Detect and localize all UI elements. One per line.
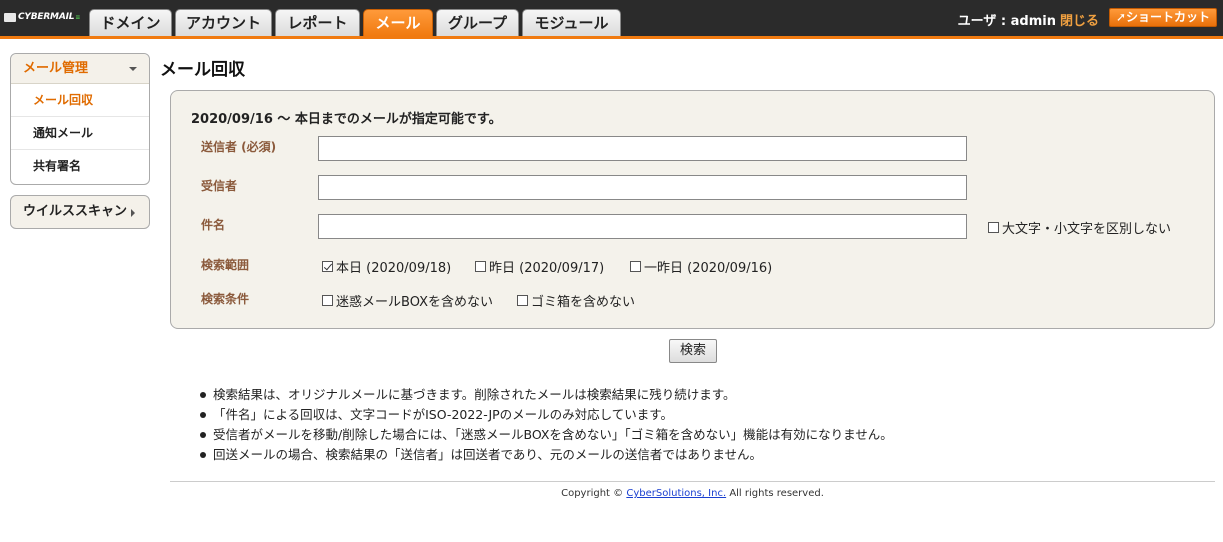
- user-info: ユーザ : admin 閉じる: [958, 10, 1099, 29]
- subject-label: 件名: [201, 218, 226, 232]
- checkbox-checked[interactable]: [322, 261, 333, 272]
- checkbox-box[interactable]: [517, 295, 528, 306]
- tab-mail[interactable]: メール: [363, 9, 433, 36]
- sender-label: 送信者 (必須): [201, 140, 277, 154]
- logo-mark-icon: ≡: [75, 13, 81, 21]
- sidebar-section-virus-scan[interactable]: ウイルススキャン: [10, 195, 150, 229]
- notes-list: 検索結果は、オリジナルメールに基づきます。削除されたメールは検索結果に残り続けま…: [200, 385, 893, 465]
- range-label: 検索範囲: [201, 258, 250, 272]
- subject-input[interactable]: [318, 214, 967, 239]
- list-item: 回送メールの場合、検索結果の「送信者」は回送者であり、元のメールの送信者ではあり…: [200, 445, 893, 465]
- copyright-prefix: Copyright ©: [561, 488, 624, 499]
- footer-divider: [170, 481, 1215, 482]
- sidebar-item-notify-mail[interactable]: 通知メール: [11, 117, 149, 150]
- chevron-down-icon: [129, 67, 137, 71]
- condition-label: 検索条件: [201, 292, 250, 306]
- tab-domain[interactable]: ドメイン: [89, 9, 172, 36]
- sidebar-virus-label: ウイルススキャン: [23, 204, 128, 219]
- exclude-trash-label: ゴミ箱を含めない: [531, 295, 636, 310]
- company-link[interactable]: CyberSolutions, Inc.: [626, 488, 726, 499]
- sender-input[interactable]: [318, 136, 967, 161]
- sidebar-section-title: メール管理: [23, 61, 89, 76]
- range-yesterday-checkbox[interactable]: 昨日 (2020/09/17): [475, 257, 604, 276]
- shortcut-arrow-icon: ➚: [1115, 10, 1127, 24]
- range-day-before-checkbox[interactable]: 一昨日 (2020/09/16): [630, 257, 772, 276]
- case-insensitive-checkbox[interactable]: 大文字・小文字を区別しない: [988, 218, 1171, 237]
- case-insensitive-label: 大文字・小文字を区別しない: [1002, 222, 1172, 237]
- tab-group[interactable]: グループ: [436, 9, 519, 36]
- range-yesterday-label: 昨日 (2020/09/17): [489, 261, 605, 276]
- sidebar-item-mail-recall[interactable]: メール回収: [11, 84, 149, 117]
- list-item: 「件名」による回収は、文字コードがISO-2022-JPのメールのみ対応していま…: [200, 405, 893, 425]
- checkbox-box[interactable]: [988, 222, 999, 233]
- list-item: 受信者がメールを移動/削除した場合には、「迷惑メールBOXを含めない」「ゴミ箱を…: [200, 425, 893, 445]
- top-header: CYBERMAIL ≡ ドメイン アカウント レポート メール グループ モジュー…: [0, 0, 1223, 39]
- user-label: ユーザ : admin: [957, 14, 1056, 29]
- search-form-panel: 2020/09/16 ～ 本日までのメールが指定可能です。 送信者 (必須) 受…: [170, 90, 1215, 329]
- tab-report[interactable]: レポート: [275, 9, 360, 36]
- sidebar-section-mail[interactable]: メール管理: [11, 54, 149, 84]
- range-day-before-label: 一昨日 (2020/09/16): [644, 261, 773, 276]
- app-logo: CYBERMAIL ≡: [4, 11, 80, 23]
- exclude-spam-checkbox[interactable]: 迷惑メールBOXを含めない: [322, 291, 493, 310]
- checkbox-box[interactable]: [322, 295, 333, 306]
- chevron-right-icon: [131, 209, 135, 217]
- exclude-spam-label: 迷惑メールBOXを含めない: [336, 295, 493, 310]
- list-item: 検索結果は、オリジナルメールに基づきます。削除されたメールは検索結果に残り続けま…: [200, 385, 893, 405]
- footer: Copyright © CyberSolutions, Inc. All rig…: [0, 488, 1223, 499]
- sidebar-item-shared-signature[interactable]: 共有署名: [11, 150, 149, 183]
- close-link[interactable]: 閉じる: [1060, 14, 1099, 29]
- tab-module[interactable]: モジュール: [522, 9, 621, 36]
- exclude-trash-checkbox[interactable]: ゴミ箱を含めない: [517, 291, 635, 310]
- shortcut-button[interactable]: ➚ショートカット: [1109, 8, 1217, 27]
- envelope-icon: [4, 12, 16, 22]
- checkbox-box[interactable]: [630, 261, 641, 272]
- copyright-suffix: All rights reserved.: [729, 488, 824, 499]
- recipient-label: 受信者: [201, 179, 238, 193]
- date-range-notice: 2020/09/16 ～ 本日までのメールが指定可能です。: [191, 112, 502, 127]
- range-today-checkbox[interactable]: 本日 (2020/09/18): [322, 257, 451, 276]
- shortcut-label: ショートカット: [1126, 10, 1211, 24]
- sidebar-mail-menu: メール管理 メール回収 通知メール 共有署名: [10, 53, 150, 185]
- logo-text: CYBERMAIL: [18, 12, 75, 22]
- recipient-input[interactable]: [318, 175, 967, 200]
- search-button[interactable]: 検索: [669, 339, 717, 363]
- checkbox-box[interactable]: [475, 261, 486, 272]
- range-today-label: 本日 (2020/09/18): [336, 261, 452, 276]
- tab-account[interactable]: アカウント: [175, 9, 272, 36]
- page-title: メール回収: [160, 60, 245, 80]
